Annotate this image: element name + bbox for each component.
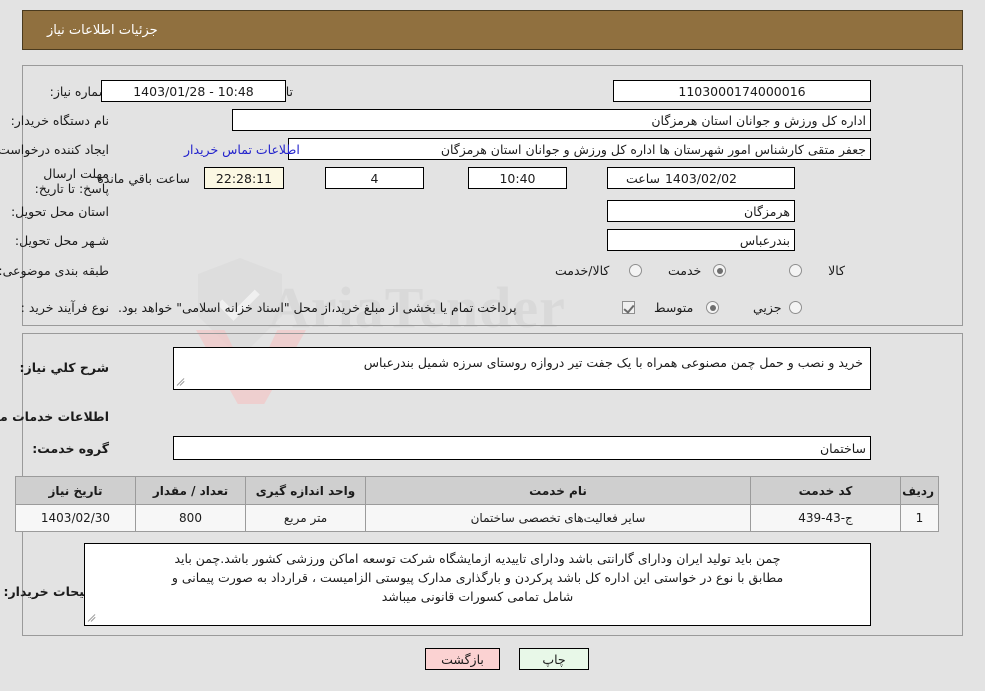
- category-option-goods-service-label: کالا/خدمت: [555, 263, 610, 278]
- cell-unit: متر مربع: [245, 504, 366, 532]
- city-label: شـهر محل تحویل:: [14, 233, 109, 248]
- process-type-label: نوع فرآیند خرید :: [20, 300, 109, 315]
- resize-grip-icon[interactable]: [176, 376, 188, 388]
- process-radio-medium[interactable]: [706, 301, 719, 314]
- buyer-notes-line-2: مطابق با نوع در خواستی این اداره کل باشد…: [171, 570, 784, 585]
- table-header-row: ردیف کد خدمت نام خدمت واحد اندازه گیری ت…: [15, 476, 939, 505]
- category-option-goods-label: کالا: [828, 263, 845, 278]
- buyer-notes-line-3: شامل تمامی کسورات قانونی میباشد: [381, 589, 574, 604]
- service-group-field[interactable]: ساختمان: [173, 436, 871, 460]
- category-radio-service[interactable]: [713, 264, 726, 277]
- resize-grip-icon[interactable]: [87, 612, 99, 624]
- process-option-minor-label: جزیي: [753, 300, 782, 315]
- requester-field[interactable]: جعفر متقی کارشناس امور شهرستان ها اداره …: [288, 138, 871, 160]
- page-header: جزئیات اطلاعات نیاز: [22, 10, 963, 50]
- need-info-panel: [22, 65, 963, 326]
- cell-row-no: 1: [900, 504, 939, 532]
- deadline-hour-label: ساعت: [625, 171, 660, 186]
- summary-text: خرید و نصب و حمل چمن مصنوعی همراه با یک …: [363, 355, 863, 370]
- islamic-treasury-checkbox[interactable]: [622, 301, 635, 314]
- buyer-org-label: نام دستگاه خریدار:: [10, 113, 109, 128]
- cell-need-date: 1403/02/30: [15, 504, 136, 532]
- category-option-service-label: خدمت: [668, 263, 702, 278]
- buyer-notes-line-1: چمن باید تولید ایران ودارای گارانتی باشد…: [174, 551, 781, 566]
- process-option-medium-label: متوسط: [654, 300, 694, 315]
- th-need-date: تاریخ نیاز: [15, 476, 136, 505]
- summary-label: شرح کلي نیاز:: [19, 360, 109, 375]
- print-button[interactable]: چاپ: [519, 648, 589, 670]
- page-title: جزئیات اطلاعات نیاز: [47, 22, 158, 38]
- services-heading: اطلاعات خدمات مورد نیاز: [0, 409, 109, 424]
- cell-quantity: 800: [135, 504, 246, 532]
- deadline-hour-field[interactable]: 10:40: [468, 167, 567, 189]
- public-announce-field[interactable]: 1403/01/28 - 10:48: [101, 80, 286, 102]
- city-field[interactable]: بندرعباس: [607, 229, 795, 251]
- cell-service-name: سایر فعالیت‌های تخصصی ساختمان: [365, 504, 751, 532]
- province-label: استان محل تحویل:: [10, 204, 109, 219]
- services-table: ردیف کد خدمت نام خدمت واحد اندازه گیری ت…: [15, 476, 939, 532]
- cell-service-code: ج-43-439: [750, 504, 901, 532]
- remaining-hours-label: ساعت باقي مانده: [97, 171, 190, 186]
- buyer-contact-link[interactable]: اطلاعات تماس خریدار: [184, 142, 300, 157]
- th-unit: واحد اندازه گیری: [245, 476, 366, 505]
- th-service-name: نام خدمت: [365, 476, 751, 505]
- category-radio-goods-service[interactable]: [629, 264, 642, 277]
- category-label: طبقه بندی موضوعی:: [0, 263, 109, 278]
- buyer-notes-textarea[interactable]: چمن باید تولید ایران ودارای گارانتی باشد…: [84, 543, 871, 626]
- service-group-label: گروه خدمت:: [32, 441, 109, 456]
- summary-textarea[interactable]: خرید و نصب و حمل چمن مصنوعی همراه با یک …: [173, 347, 871, 390]
- buyer-org-field[interactable]: اداره کل ورزش و جوانان استان هرمزگان: [232, 109, 871, 131]
- islamic-treasury-label: پرداخت تمام یا بخشی از مبلغ خرید،از محل …: [118, 300, 517, 315]
- need-number-field[interactable]: 1103000174000016: [613, 80, 871, 102]
- remaining-days-field[interactable]: 4: [325, 167, 424, 189]
- page-root: AriaTender .net جزئیات اطلاعات نیاز شمار…: [0, 0, 985, 691]
- services-table-wrap: ردیف کد خدمت نام خدمت واحد اندازه گیری ت…: [15, 476, 939, 532]
- th-quantity: تعداد / مقدار: [135, 476, 246, 505]
- process-radio-minor[interactable]: [789, 301, 802, 314]
- th-service-code: کد خدمت: [750, 476, 901, 505]
- back-button[interactable]: بازگشت: [425, 648, 500, 670]
- province-field[interactable]: هرمزگان: [607, 200, 795, 222]
- countdown-timer-field: 22:28:11: [204, 167, 284, 189]
- th-row-no: ردیف: [900, 476, 939, 505]
- table-row: 1 ج-43-439 سایر فعالیت‌های تخصصی ساختمان…: [15, 504, 939, 532]
- requester-label: ایجاد کننده درخواست:: [0, 142, 109, 157]
- deadline-label: مهلت ارسال پاسخ: تا تاریخ:: [34, 166, 109, 196]
